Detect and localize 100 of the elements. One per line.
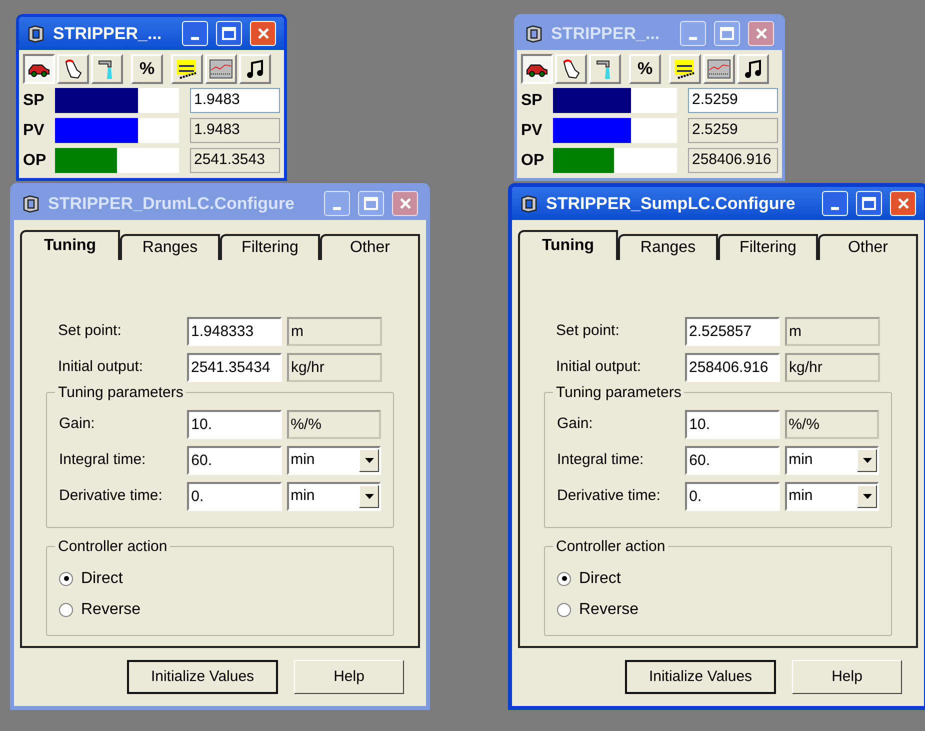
field-label: Initial output:	[58, 356, 144, 377]
dialog-button[interactable]: Help	[792, 660, 902, 694]
radio-button[interactable]	[557, 602, 571, 616]
radio-button[interactable]	[557, 572, 571, 586]
music-note-icon	[743, 59, 763, 79]
input-field[interactable]: 258406.916	[685, 352, 780, 382]
dialog-button[interactable]: Initialize Values	[625, 660, 776, 694]
dialog-button[interactable]: Initialize Values	[127, 660, 278, 694]
input-field[interactable]: 60.	[685, 446, 780, 474]
percent-label: %	[637, 58, 653, 80]
window-title: STRIPPER_...	[551, 22, 661, 45]
field-label: Gain:	[557, 414, 594, 434]
value-field: 1.9483	[190, 118, 280, 143]
radio-button[interactable]	[59, 572, 73, 586]
radio-label: Reverse	[579, 600, 639, 620]
toolbar-button[interactable]	[521, 54, 553, 84]
maximize-icon	[862, 197, 876, 210]
dropdown-value: min	[290, 486, 316, 506]
notepad-icon	[176, 58, 198, 80]
trend-chart-icon	[209, 59, 233, 79]
minimize-icon	[689, 37, 697, 40]
value-field[interactable]: 1.9483	[190, 88, 280, 113]
unit-field: %/%	[784, 410, 879, 438]
value-field: 258406.916	[688, 148, 778, 173]
row-label: OP	[23, 150, 48, 170]
tab[interactable]: Other	[818, 234, 918, 260]
tab[interactable]: Ranges	[618, 234, 718, 260]
window-icon	[22, 194, 40, 212]
unit-field: m	[785, 316, 880, 346]
field-label: Integral time:	[557, 450, 645, 470]
input-field[interactable]: 10.	[685, 410, 780, 438]
value-field: 2541.3543	[190, 148, 280, 173]
unit-dropdown[interactable]: min	[784, 446, 879, 474]
dialog-button[interactable]: Help	[294, 660, 404, 694]
field-label: Initial output:	[556, 356, 642, 377]
unit-dropdown[interactable]: min	[784, 482, 879, 510]
row-label: PV	[23, 120, 46, 140]
unit-dropdown[interactable]: min	[286, 446, 381, 474]
row-label: SP	[521, 90, 544, 110]
radio-button[interactable]	[59, 602, 73, 616]
percent-label: %	[139, 58, 155, 80]
minimize-icon	[191, 37, 199, 40]
input-field[interactable]: 1.948333	[187, 316, 282, 346]
field-label: Set point:	[556, 320, 620, 341]
window-title: STRIPPER_...	[53, 22, 163, 45]
row-label: PV	[521, 120, 544, 140]
toolbar-button[interactable]: %	[131, 54, 163, 84]
row-label: SP	[23, 90, 46, 110]
close-button[interactable]	[392, 191, 418, 216]
window-icon	[525, 24, 543, 42]
dropdown-value: min	[788, 486, 814, 506]
window-title: STRIPPER_SumpLC.Configure	[546, 192, 796, 215]
input-field[interactable]: 0.	[685, 482, 780, 510]
input-field[interactable]: 10.	[187, 410, 282, 438]
input-field[interactable]: 0.	[187, 482, 282, 510]
input-field[interactable]: 2541.35434	[187, 352, 282, 382]
tab[interactable]: Filtering	[220, 234, 320, 260]
tab[interactable]: Tuning	[518, 230, 618, 260]
window-title: STRIPPER_DrumLC.Configure	[48, 192, 296, 215]
dropdown-value: min	[290, 450, 316, 470]
input-field[interactable]: 60.	[187, 446, 282, 474]
music-note-icon	[245, 59, 265, 79]
radio-label: Direct	[81, 568, 123, 588]
dropdown-value: min	[788, 450, 814, 470]
field-label: Set point:	[58, 320, 122, 341]
minimize-icon	[831, 207, 839, 210]
unit-field: kg/hr	[287, 352, 382, 382]
radio-label: Reverse	[81, 600, 141, 620]
field-label: Integral time:	[59, 450, 147, 470]
window-icon	[520, 194, 538, 212]
trend-chart-icon	[707, 59, 731, 79]
maximize-icon	[222, 27, 236, 40]
close-icon	[256, 27, 270, 40]
toolbar-button[interactable]: %	[629, 54, 661, 84]
close-icon	[398, 197, 412, 210]
unit-field: %/%	[286, 410, 381, 438]
value-field[interactable]: 2.5259	[688, 88, 778, 113]
tab[interactable]: Tuning	[20, 230, 120, 260]
field-label: Gain:	[59, 414, 96, 434]
radio-label: Direct	[579, 568, 621, 588]
row-label: OP	[521, 150, 546, 170]
minimize-icon	[333, 207, 341, 210]
field-label: Derivative time:	[557, 486, 662, 506]
toolbar-button[interactable]	[23, 54, 55, 84]
input-field[interactable]: 2.525857	[685, 316, 780, 346]
unit-dropdown[interactable]: min	[286, 482, 381, 510]
maximize-icon	[720, 27, 734, 40]
close-icon	[896, 197, 910, 210]
tab[interactable]: Other	[320, 234, 420, 260]
close-icon	[754, 27, 768, 40]
maximize-icon	[364, 197, 378, 210]
unit-field: kg/hr	[785, 352, 880, 382]
field-label: Derivative time:	[59, 486, 164, 506]
notepad-icon	[674, 58, 696, 80]
window-icon	[27, 24, 45, 42]
unit-field: m	[287, 316, 382, 346]
tab[interactable]: Filtering	[718, 234, 818, 260]
tab[interactable]: Ranges	[120, 234, 220, 260]
close-button[interactable]	[748, 21, 774, 46]
value-field: 2.5259	[688, 118, 778, 143]
